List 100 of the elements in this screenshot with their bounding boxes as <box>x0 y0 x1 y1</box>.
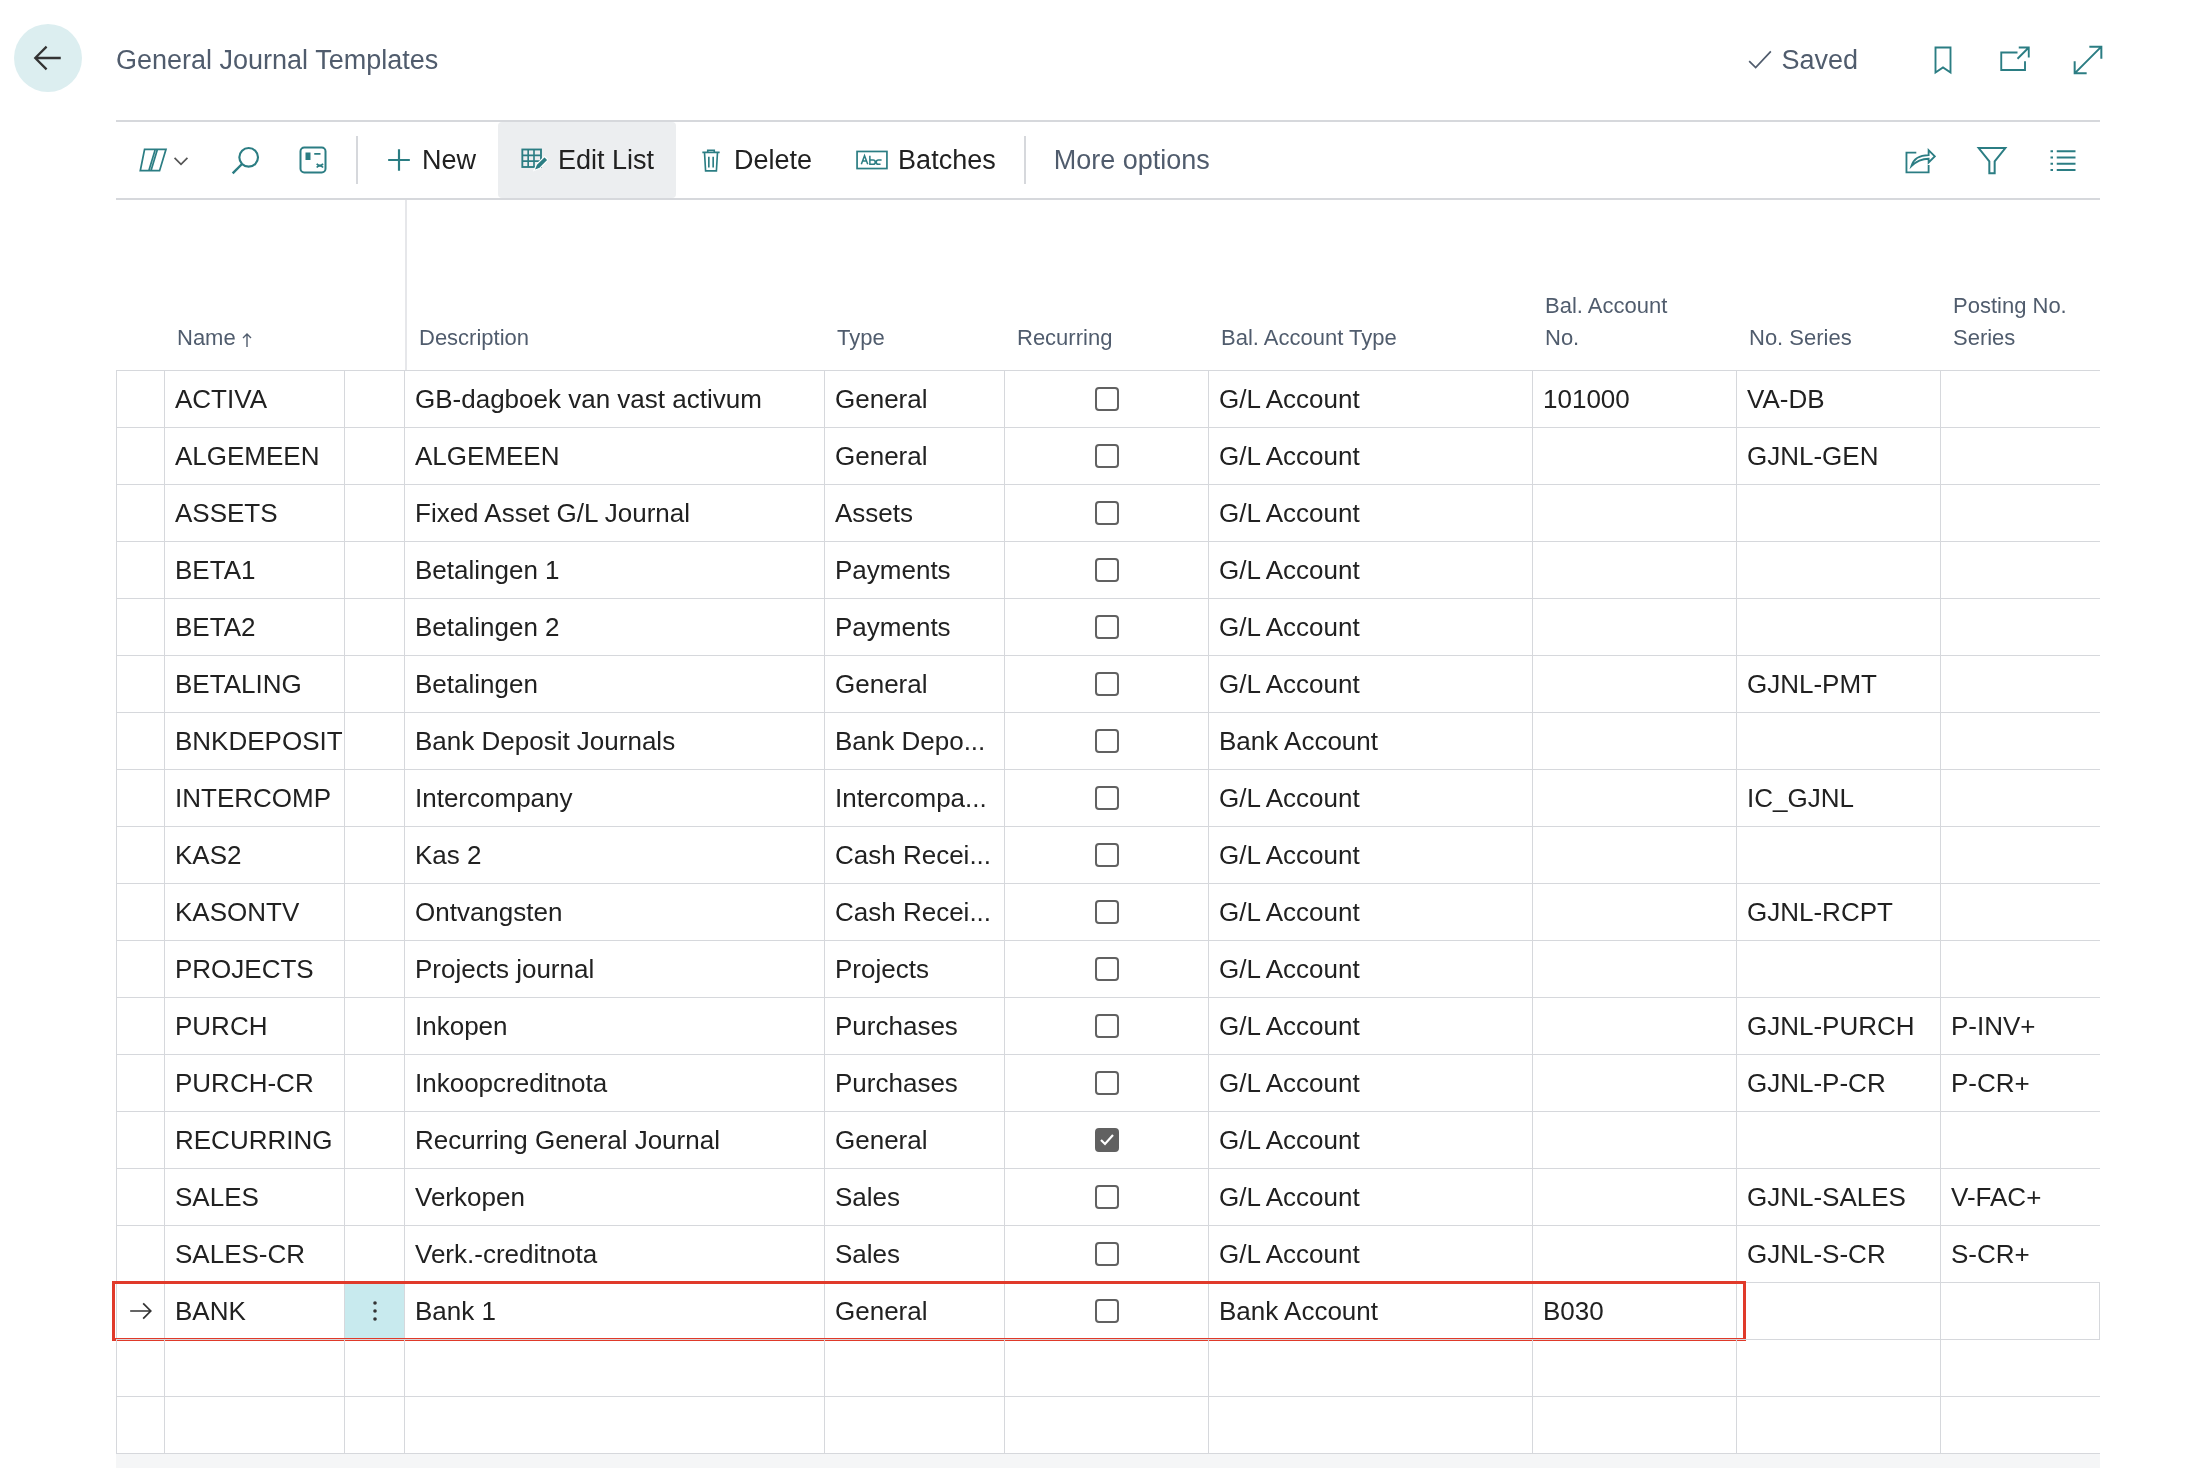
table-cell: Inkoopcreditnota <box>415 1067 608 1099</box>
more-actions-icon[interactable] <box>371 1298 378 1324</box>
table-cell: Projects <box>835 953 929 985</box>
table-cell: GJNL-SALES <box>1747 1181 1906 1213</box>
table-cell: G/L Account <box>1219 1067 1360 1099</box>
table-cell: Bank 1 <box>415 1295 496 1327</box>
table-cell: General <box>835 668 928 700</box>
table-cell: Sales <box>835 1238 901 1270</box>
column-header[interactable]: Recurring <box>1017 322 1113 354</box>
table-cell: General <box>835 383 928 415</box>
column-header[interactable]: Name <box>177 322 252 354</box>
checkbox[interactable] <box>1094 1185 1119 1209</box>
table-cell: PURCH <box>175 1010 268 1042</box>
table-cell: BETA2 <box>175 611 256 643</box>
checkbox[interactable] <box>1094 843 1119 867</box>
checkbox[interactable] <box>1094 786 1119 810</box>
table-cell: General <box>835 1124 928 1156</box>
sort-ascending-icon <box>241 332 252 348</box>
checkbox[interactable] <box>1094 729 1119 753</box>
table-cell: GJNL-S-CR <box>1747 1238 1886 1270</box>
table-cell: Intercompa... <box>835 782 987 814</box>
table-cell: Purchases <box>835 1067 958 1099</box>
checkbox[interactable] <box>1094 444 1119 468</box>
search-icon[interactable] <box>230 144 262 176</box>
checkbox[interactable] <box>1094 501 1119 525</box>
new-button[interactable]: New <box>364 122 498 198</box>
table-cell: P-CR+ <box>1951 1067 2030 1099</box>
table-cell: Cash Recei... <box>835 896 992 928</box>
expand-icon[interactable] <box>2072 44 2104 76</box>
table-cell: G/L Account <box>1219 782 1360 814</box>
checkbox[interactable] <box>1094 615 1119 639</box>
table-cell: G/L Account <box>1219 611 1360 643</box>
table-cell: BANK <box>175 1295 246 1327</box>
table-cell: GB-dagboek van vast activum <box>415 383 762 415</box>
table-cell: Projects journal <box>415 953 595 985</box>
edit-button[interactable]: Edit List <box>498 122 677 198</box>
column-header[interactable]: No. Series <box>1749 322 1852 354</box>
table-cell: Bank Deposit Journals <box>415 725 676 757</box>
table-cell: Sales <box>835 1181 901 1213</box>
delete-button[interactable]: Delete <box>676 122 835 198</box>
save-status: Saved <box>1781 44 1858 76</box>
table-cell: V-FAC+ <box>1951 1181 2042 1213</box>
table-cell: Recurring General Journal <box>415 1124 720 1156</box>
table-cell: S-CR+ <box>1951 1238 2030 1270</box>
column-header[interactable]: Type <box>837 322 885 354</box>
table-cell: ASSETS <box>175 497 278 529</box>
batches-button[interactable]: Batches <box>834 122 1018 198</box>
checkbox[interactable] <box>1094 957 1119 981</box>
table-cell: ALGEMEEN <box>175 440 320 472</box>
table-cell: Betalingen 1 <box>415 554 560 586</box>
column-header[interactable]: Posting No. Series <box>1953 290 2090 354</box>
table-cell: Bank Account <box>1219 725 1378 757</box>
table-cell: G/L Account <box>1219 668 1360 700</box>
table-cell: Verkopen <box>415 1181 525 1213</box>
row-selector[interactable] <box>116 1283 165 1339</box>
checkbox[interactable] <box>1094 1014 1119 1038</box>
table-cell: Bank Account <box>1219 1295 1378 1327</box>
table-cell: GJNL-PMT <box>1747 668 1877 700</box>
table-cell: PURCH-CR <box>175 1067 314 1099</box>
filter-icon[interactable] <box>1976 144 2008 176</box>
column-header[interactable]: Description <box>419 322 530 354</box>
table-cell: Inkopen <box>415 1010 508 1042</box>
table-cell: INTERCOMP <box>175 782 331 814</box>
layout-refresh-icon[interactable] <box>298 145 328 175</box>
table-cell: GJNL-PURCH <box>1747 1010 1915 1042</box>
table-cell: G/L Account <box>1219 839 1360 871</box>
table-cell: BNKDEPOSIT <box>175 725 343 757</box>
checkbox[interactable] <box>1094 387 1119 411</box>
table-cell: BETA1 <box>175 554 256 586</box>
table-cell: G/L Account <box>1219 1010 1360 1042</box>
checkbox[interactable] <box>1094 672 1119 696</box>
column-header[interactable]: Bal. Account No. <box>1545 290 1685 354</box>
checkmark-icon <box>1098 1132 1115 1148</box>
checkbox[interactable] <box>1094 1071 1119 1095</box>
table-cell: Verk.-creditnota <box>415 1238 598 1270</box>
table-cell: GJNL-P-CR <box>1747 1067 1886 1099</box>
checkbox[interactable] <box>1094 1242 1119 1266</box>
table-cell: GJNL-GEN <box>1747 440 1879 472</box>
table-cell: Assets <box>835 497 914 529</box>
table-cell: Betalingen 2 <box>415 611 560 643</box>
table-cell: SALES-CR <box>175 1238 306 1270</box>
table-cell: P-INV+ <box>1951 1010 2036 1042</box>
checkbox[interactable] <box>1094 900 1119 924</box>
table-cell: G/L Account <box>1219 1181 1360 1213</box>
table-cell: ACTIVA <box>175 383 267 415</box>
table-cell: G/L Account <box>1219 383 1360 415</box>
table-cell: Bank Depo... <box>835 725 986 757</box>
column-header[interactable]: Bal. Account Type <box>1221 322 1397 354</box>
more-options-button[interactable]: More options <box>1031 122 1232 198</box>
table-cell: G/L Account <box>1219 953 1360 985</box>
table-cell: General <box>835 1295 928 1327</box>
table-cell: VA-DB <box>1747 383 1825 415</box>
checkbox[interactable] <box>1094 1128 1119 1152</box>
table-cell: Payments <box>835 611 951 643</box>
table-cell: Intercompany <box>415 782 573 814</box>
plus-icon <box>386 147 412 173</box>
table-cell: BETALING <box>175 668 302 700</box>
checkbox[interactable] <box>1094 1299 1119 1323</box>
table-cell: G/L Account <box>1219 1124 1360 1156</box>
checkbox[interactable] <box>1094 558 1119 582</box>
